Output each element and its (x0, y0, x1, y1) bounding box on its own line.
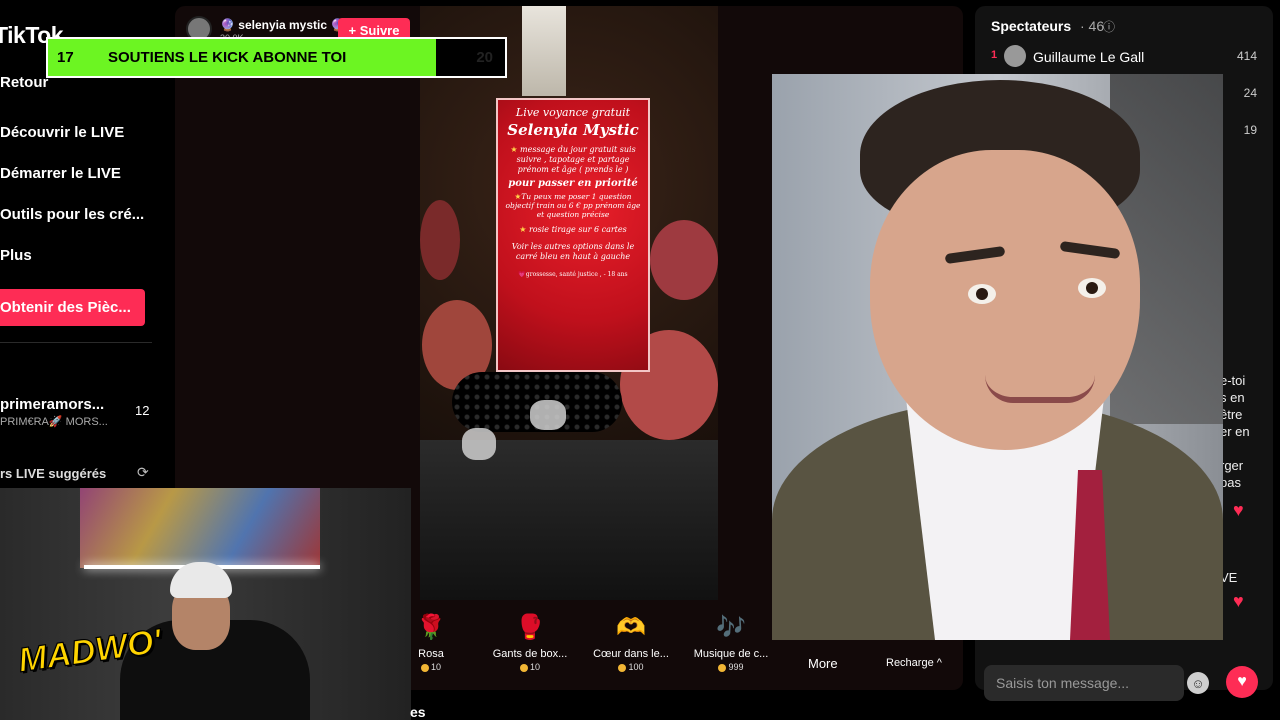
suggested-account-name[interactable]: primeramors... (0, 396, 104, 413)
recharge-button[interactable]: Recharge ^ (886, 657, 942, 669)
gift-name: Gants de box... (492, 648, 568, 660)
crystal (462, 428, 496, 460)
gift-price: 999 (681, 662, 781, 672)
viewer-score: 414 (1236, 49, 1257, 63)
viewer-score: 24 (1243, 86, 1257, 100)
heart-hands-icon: 🫶 (616, 614, 646, 641)
gift-name: Cœur dans le... (593, 648, 669, 660)
coin-icon (618, 663, 627, 672)
crystal (530, 400, 566, 430)
viewer-rank: 1 (991, 49, 998, 61)
banner-green: 17 SOUTIENS LE KICK ABONNE TOI (48, 39, 436, 76)
gift-boxing-gloves[interactable]: 🥊 Gants de box... 10 (480, 612, 580, 672)
heart-icon: ♥ (1233, 500, 1244, 520)
kick-banner: 17 SOUTIENS LE KICK ABONNE TOI 20 (46, 37, 507, 78)
chat-fragment: être (1220, 407, 1243, 422)
photo-pupil (976, 288, 988, 300)
refresh-icon[interactable]: ⟳ (137, 464, 149, 481)
flyer-line: message du jour gratuit suis suivre , ta… (516, 145, 636, 174)
wall-painting (80, 488, 320, 568)
nav-discover-live[interactable]: Découvrir le LIVE (0, 124, 124, 141)
gift-price: 10 (480, 662, 580, 672)
flower (420, 200, 460, 280)
chat-fragment: s en (1220, 390, 1245, 405)
viewers-title: Spectateurs (991, 18, 1072, 34)
chat-input[interactable]: Saisis ton message... (984, 665, 1184, 701)
nav-back[interactable]: Retour (0, 74, 48, 91)
suggested-account-count: 12 (135, 403, 150, 418)
hands (420, 440, 718, 600)
voyance-flyer: Live voyance gratuit Selenyia Mystic ★ m… (496, 98, 650, 372)
sidebar-divider (0, 342, 152, 343)
flower (650, 220, 718, 300)
candle (522, 6, 566, 96)
music-icon: 🎶 (716, 614, 746, 641)
flyer-line: 💗grossesse, santé justice , - 18 ans (518, 271, 628, 279)
viewer-score: 19 (1243, 123, 1257, 137)
gift-price: 100 (581, 662, 681, 672)
photo-pupil (1086, 282, 1098, 294)
viewer-name[interactable]: Guillaume Le Gall (1033, 49, 1144, 65)
photo-face (870, 150, 1140, 450)
nav-start-live[interactable]: Démarrer le LIVE (0, 165, 121, 182)
star-icon: ★ (510, 145, 518, 154)
suggested-account-sub: PRIM€RA🚀 MORS... (0, 416, 108, 428)
host-name[interactable]: 🔮 selenyia mystic 🔮 (220, 18, 345, 32)
flyer-line: pour passer en priorité (508, 178, 638, 189)
info-icon[interactable]: ⓘ (1103, 18, 1115, 35)
banner-right: 20 (476, 49, 493, 66)
emoji-icon[interactable]: ☺ (1187, 672, 1209, 694)
boxing-glove-icon: 🥊 (515, 614, 545, 641)
get-coins-button[interactable]: Obtenir des Pièc... (0, 289, 145, 326)
chat-fragment: e-toi (1220, 373, 1246, 388)
gift-heart-hands[interactable]: 🫶 Cœur dans le... 100 (581, 612, 681, 672)
nav-more[interactable]: Plus (0, 247, 32, 264)
heart-icon: ♥ (1233, 591, 1244, 611)
flyer-line: rosie tirage sur 6 cartes (528, 225, 627, 234)
coin-icon (519, 663, 528, 672)
banner-text: SOUTIENS LE KICK ABONNE TOI (108, 49, 347, 66)
bottom-fragment: es (410, 704, 426, 720)
viewers-count: · 46 (1080, 18, 1105, 34)
chat-fragment: er en (1220, 424, 1250, 439)
chat-fragment: pas (1220, 475, 1241, 490)
photo-mouth (985, 375, 1095, 403)
flyer-title: Selenyia Mystic (507, 121, 639, 139)
gift-music[interactable]: 🎶 Musique de c... 999 (681, 612, 781, 672)
flyer-line: Live voyance gratuit (515, 106, 631, 119)
star-icon: ★ (519, 225, 527, 234)
flyer-line: Tu peux me poser 1 question objectif tra… (505, 192, 641, 219)
banner-number: 17 (57, 49, 74, 66)
more-gifts-button[interactable]: More (808, 656, 838, 671)
coin-icon (718, 663, 727, 672)
flyer-line: Voir les autres options dans le carré bl… (511, 242, 635, 261)
chat-fragment: rger (1220, 458, 1244, 473)
gift-name: Musique de c... (693, 648, 769, 660)
avatar[interactable] (1004, 45, 1026, 67)
coin-icon (420, 663, 429, 672)
nav-creator-tools[interactable]: Outils pour les cré... (0, 206, 144, 223)
like-heart-icon[interactable]: ♥ (1226, 666, 1258, 698)
suggested-lives-header: rs LIVE suggérés (0, 466, 107, 481)
